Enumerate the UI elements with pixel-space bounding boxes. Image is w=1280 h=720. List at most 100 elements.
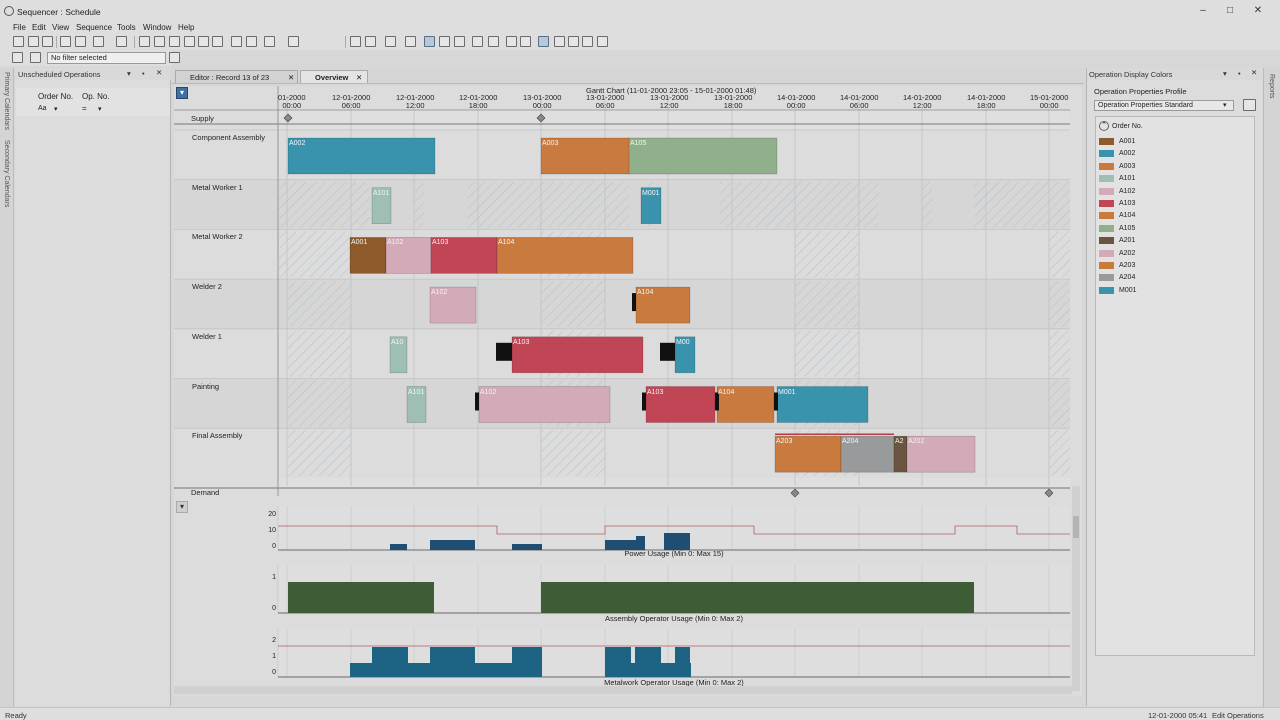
menu-help[interactable]: Help — [178, 23, 194, 32]
operation-bar-label[interactable]: A002 — [289, 140, 435, 147]
save-icon[interactable] — [42, 36, 53, 47]
close-panel-icon[interactable]: ✕ — [1251, 68, 1257, 77]
operation-bar-label[interactable]: A003 — [542, 140, 630, 147]
calendar-settings-icon[interactable] — [582, 36, 593, 47]
order-filter-dropdown[interactable]: Aa — [38, 105, 47, 112]
tools-icon[interactable] — [264, 36, 275, 47]
maximize-icon[interactable]: □ — [1223, 5, 1237, 17]
pin-icon[interactable]: • — [142, 69, 145, 78]
menu-view[interactable]: View — [52, 23, 69, 32]
close-panel-icon[interactable]: ✕ — [156, 68, 162, 77]
opno-filter-dropdown[interactable]: = — [82, 104, 87, 113]
col-order-no[interactable]: Order No. — [38, 92, 73, 101]
operation-bar-label[interactable]: A105 — [630, 140, 777, 147]
menu-tools[interactable]: Tools — [117, 23, 136, 32]
target-icon[interactable] — [365, 36, 376, 47]
move-icon[interactable] — [454, 36, 465, 47]
close-icon[interactable]: ✕ — [288, 71, 294, 84]
scrollbar-thumb[interactable] — [1073, 516, 1079, 538]
filter-select[interactable]: No filter selected — [47, 52, 166, 64]
col-op-no[interactable]: Op. No. — [82, 92, 110, 101]
collapse-gantt-button[interactable]: ▾ — [176, 87, 188, 99]
operation-bar-label[interactable]: A102 — [480, 389, 610, 396]
vertical-scrollbar[interactable] — [1072, 486, 1080, 691]
open-file-icon[interactable] — [28, 36, 39, 47]
print-icon[interactable] — [60, 36, 71, 47]
menu-window[interactable]: Window — [143, 23, 171, 32]
operation-bar-label[interactable]: A104 — [637, 289, 690, 296]
operation-bar-label[interactable]: A204 — [842, 438, 894, 445]
zoom-icon[interactable] — [350, 36, 361, 47]
globe-icon[interactable] — [568, 36, 579, 47]
check-icon[interactable] — [538, 36, 549, 47]
operation-bar-label[interactable]: A101 — [408, 389, 426, 396]
gantt-chart[interactable] — [174, 86, 1082, 696]
operation-bar-label[interactable]: A10 — [391, 339, 407, 346]
chevron-down-icon[interactable]: ▾ — [127, 69, 131, 78]
operation-bar-label[interactable]: A203 — [776, 438, 841, 445]
chart-icon[interactable] — [184, 36, 195, 47]
operation-bar-label[interactable]: A101 — [373, 190, 391, 197]
reports-tab[interactable]: Reports — [1268, 74, 1275, 99]
chain-icon[interactable] — [520, 36, 531, 47]
clear-filter-icon[interactable] — [30, 52, 41, 63]
operation-bar-label[interactable]: M001 — [642, 190, 661, 197]
tab-editor[interactable]: Editor : Record 13 of 23 ✕ — [175, 70, 298, 83]
image-icon[interactable] — [198, 36, 209, 47]
layout-icon[interactable] — [212, 36, 223, 47]
operation-bar-label[interactable]: A104 — [718, 389, 774, 396]
filter-icon[interactable] — [405, 36, 416, 47]
lock-icon[interactable] — [472, 36, 483, 47]
operation-bar-label[interactable]: A102 — [431, 289, 476, 296]
operation-bar-label[interactable]: A001 — [351, 239, 386, 246]
refresh-icon[interactable] — [231, 36, 242, 47]
operation-bar-label[interactable]: A202 — [908, 438, 975, 445]
table-icon[interactable] — [154, 36, 165, 47]
collapse-usage-button[interactable]: ▾ — [176, 501, 188, 513]
operation-bar-label[interactable]: M001 — [778, 389, 868, 396]
operation-bar-label[interactable]: M00 — [676, 339, 695, 346]
primary-calendars-tab[interactable]: Primary Calendars — [3, 72, 10, 130]
operation-bar-label[interactable]: A2 — [895, 438, 907, 445]
operation-bar-label[interactable]: A104 — [498, 239, 633, 246]
horizontal-scrollbar[interactable] — [174, 686, 1072, 694]
menu-file[interactable]: File — [13, 23, 26, 32]
profile-settings-icon[interactable] — [1243, 99, 1256, 111]
settings-icon[interactable] — [246, 36, 257, 47]
tab-overview[interactable]: Overview ✕ — [300, 70, 368, 83]
chevron-down-icon[interactable]: ▾ — [98, 105, 102, 113]
grid-icon[interactable] — [139, 36, 150, 47]
sort-icon[interactable] — [385, 36, 396, 47]
chevron-down-icon[interactable]: ▾ — [54, 105, 58, 113]
operation-bar-label[interactable]: A103 — [513, 339, 643, 346]
operation-bar-label[interactable]: A103 — [647, 389, 715, 396]
link-view-icon[interactable] — [439, 36, 450, 47]
secondary-calendars-tab[interactable]: Secondary Calendars — [3, 140, 10, 207]
minimize-icon[interactable]: – — [1196, 5, 1210, 17]
report-icon[interactable] — [597, 36, 608, 47]
filter-funnel-icon[interactable] — [12, 52, 23, 63]
new-file-icon[interactable] — [13, 36, 24, 47]
gantt-view-icon[interactable] — [424, 36, 435, 47]
operation-bar-label[interactable]: A103 — [432, 239, 497, 246]
help-icon[interactable] — [288, 36, 299, 47]
usage-tick-label: 2 — [272, 637, 276, 644]
close-icon[interactable]: ✕ — [356, 71, 362, 84]
operation-bar-label[interactable]: A102 — [387, 239, 431, 246]
chevron-down-icon[interactable]: ▾ — [1223, 69, 1227, 78]
preview-icon[interactable] — [75, 36, 86, 47]
schedule-icon[interactable] — [554, 36, 565, 47]
non-working-time — [1049, 430, 1070, 476]
calendar-icon[interactable] — [169, 36, 180, 47]
menu-sequence[interactable]: Sequence — [76, 23, 112, 32]
branch-icon[interactable] — [488, 36, 499, 47]
undo-icon[interactable] — [93, 36, 104, 47]
redo-icon[interactable] — [116, 36, 127, 47]
pin-icon[interactable]: • — [1238, 69, 1241, 78]
collapse-group-icon[interactable]: ⌃ — [1099, 121, 1109, 131]
profile-dropdown[interactable]: Operation Properties Standard ▾ — [1094, 100, 1234, 111]
copy-icon[interactable] — [506, 36, 517, 47]
close-icon[interactable]: ✕ — [1251, 5, 1265, 17]
filter-options-icon[interactable] — [169, 52, 180, 63]
menu-edit[interactable]: Edit — [32, 23, 46, 32]
